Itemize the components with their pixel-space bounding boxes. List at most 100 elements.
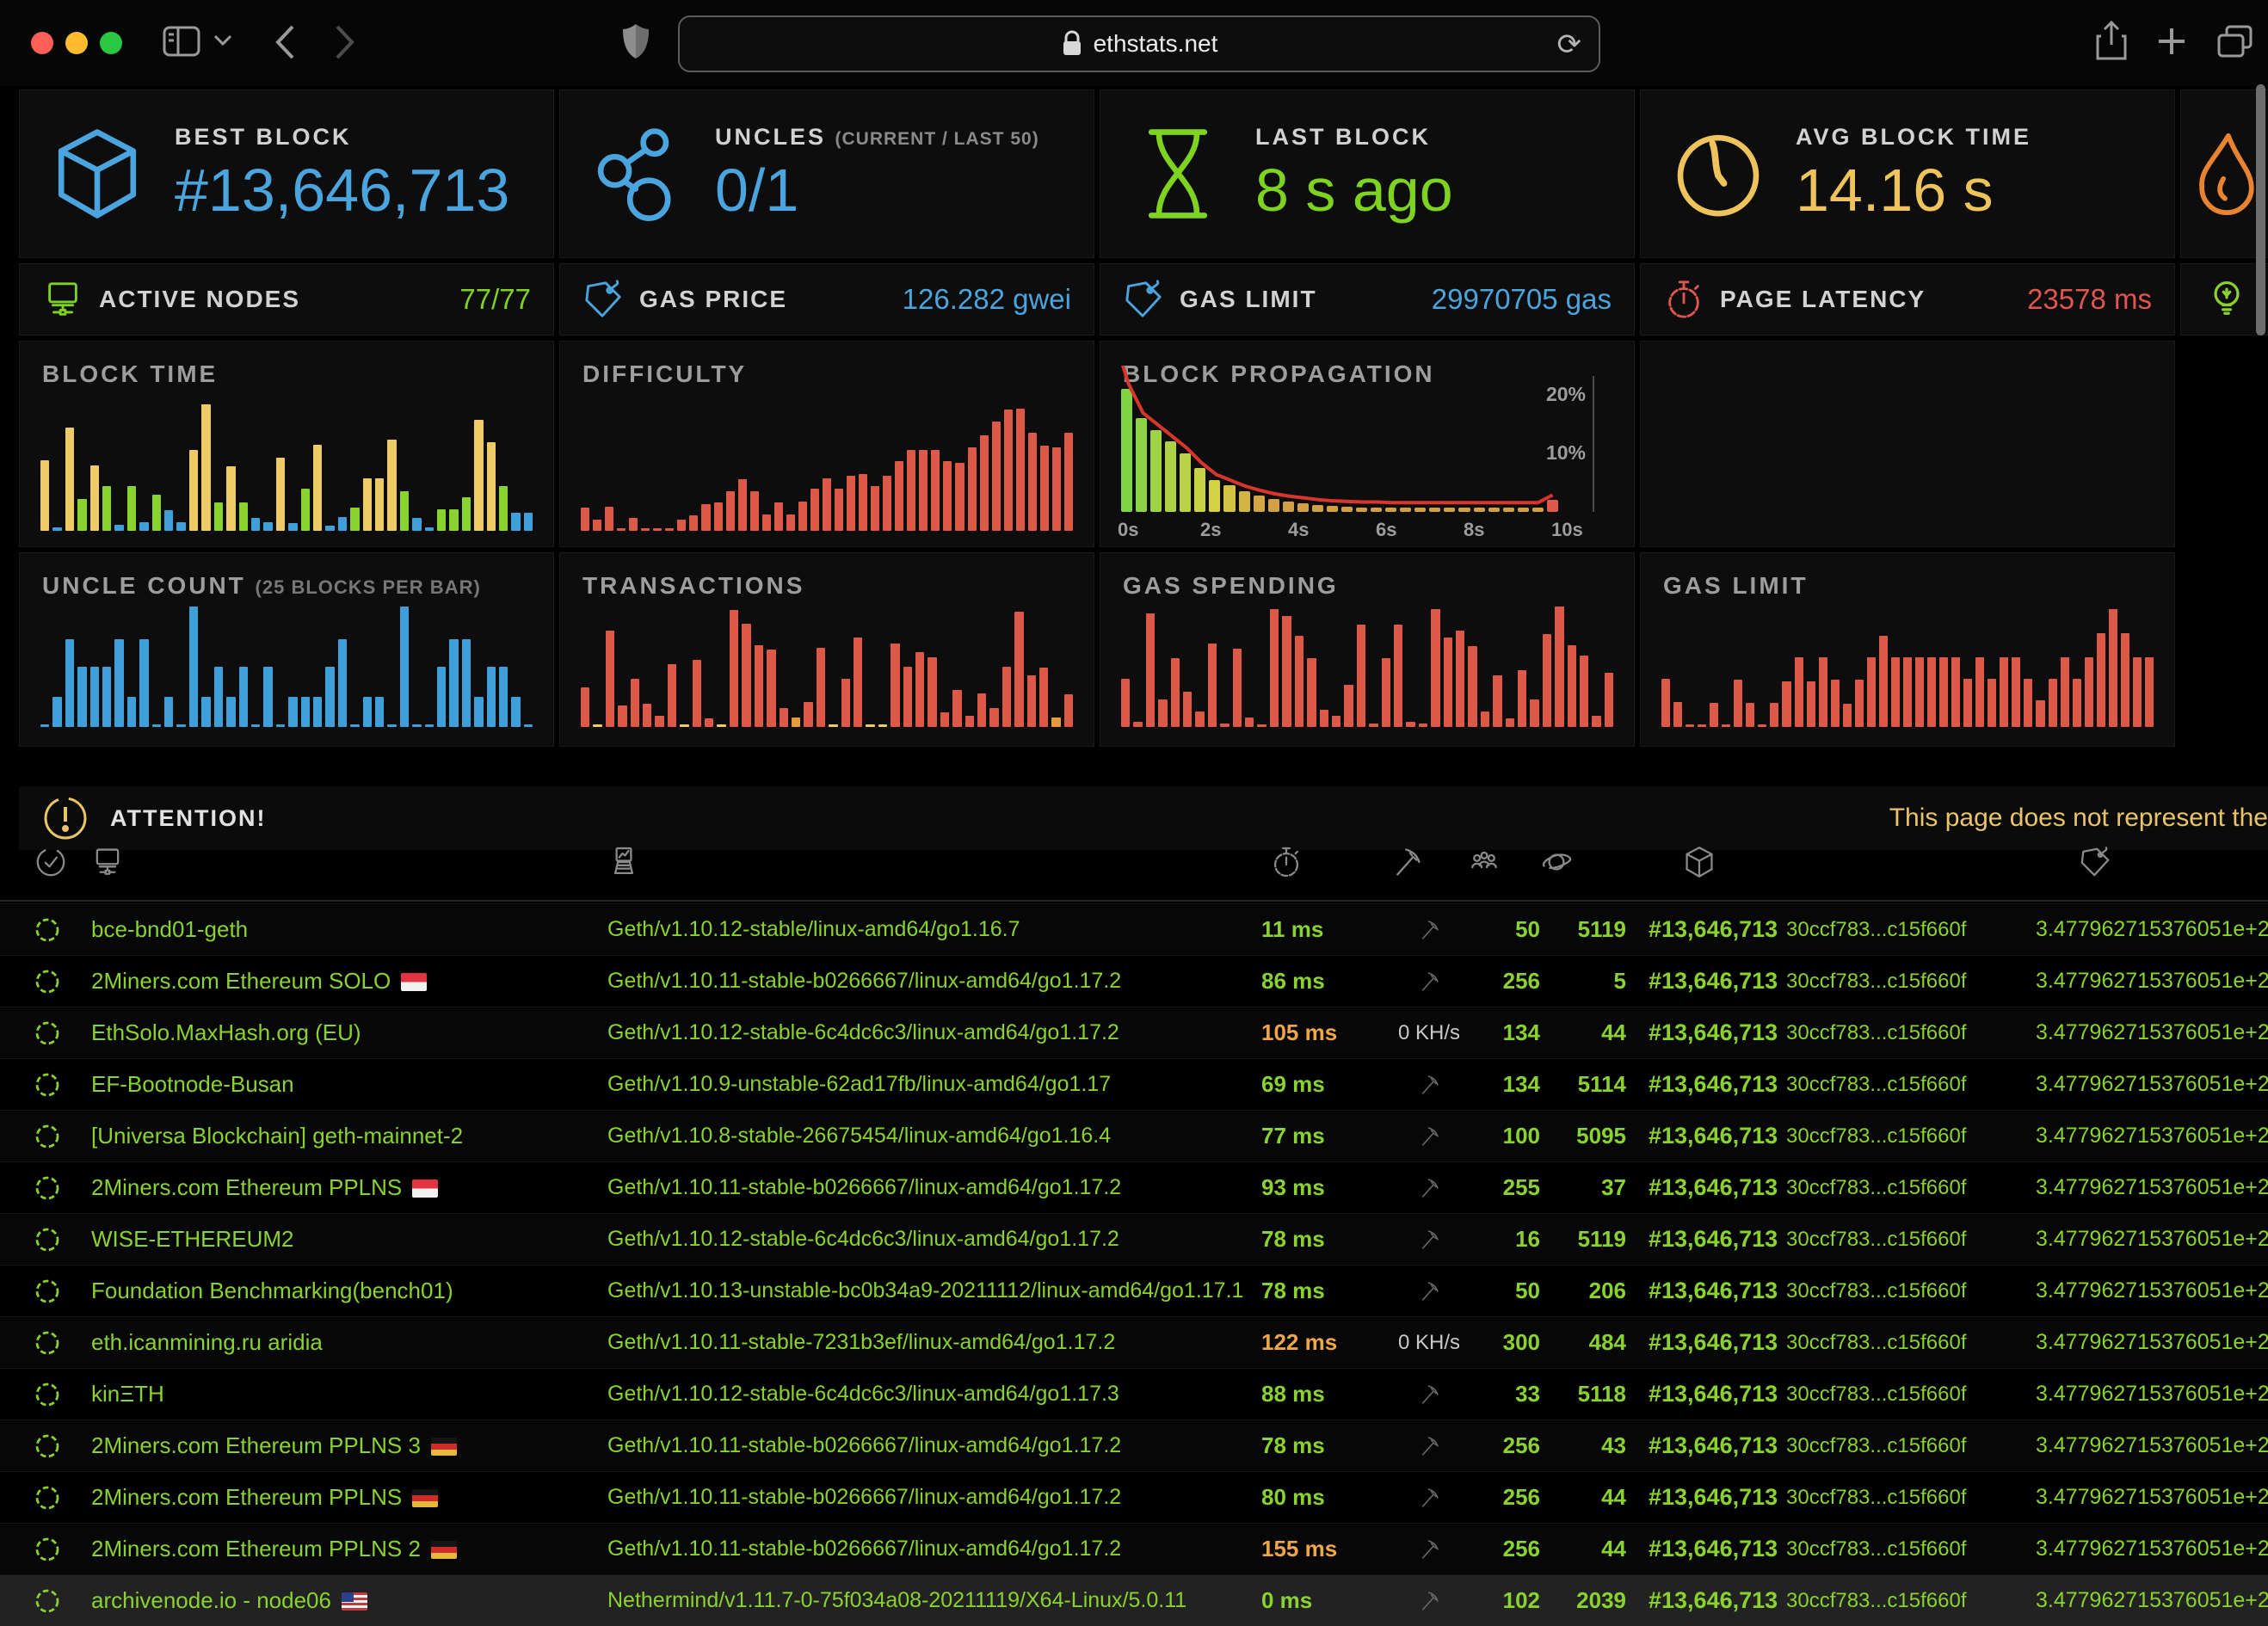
node-peers: 300	[1468, 1329, 1540, 1356]
bar	[1819, 657, 1827, 727]
node-name[interactable]: 2Miners.com Ethereum PPLNS	[91, 1174, 607, 1201]
shield-icon	[621, 22, 650, 60]
node-name[interactable]: Foundation Benchmarking(bench01)	[91, 1278, 607, 1304]
node-block-hash[interactable]: 30ccf783...c15f660f	[1786, 1486, 2036, 1510]
pickaxe-icon	[1418, 1125, 1440, 1148]
column-header-people-icon[interactable]	[1468, 846, 1540, 878]
bar	[931, 450, 940, 532]
bar	[977, 693, 986, 727]
node-row[interactable]: 2Miners.com Ethereum PPLNS 3 Geth/v1.10.…	[0, 1420, 2268, 1471]
back-button-icon[interactable]	[274, 24, 296, 60]
bar	[239, 667, 248, 727]
node-name[interactable]: WISE-ETHEREUM2	[91, 1226, 607, 1253]
node-name[interactable]: 2Miners.com Ethereum PPLNS 3	[91, 1432, 607, 1459]
node-block-hash[interactable]: 30ccf783...c15f660f	[1786, 1331, 2036, 1355]
x-tick: 0s	[1118, 519, 1138, 541]
bar	[653, 528, 662, 531]
node-row[interactable]: EthSolo.MaxHash.org (EU) Geth/v1.10.12-s…	[0, 1007, 2268, 1058]
node-block-hash[interactable]: 30ccf783...c15f660f	[1786, 1073, 2036, 1097]
bar	[511, 697, 520, 727]
bar	[1369, 724, 1377, 727]
bar	[847, 476, 855, 532]
bar	[102, 667, 111, 727]
bar	[798, 502, 807, 532]
node-total-difficulty: 3.477962715376051e+2	[2036, 1537, 2268, 1561]
node-row[interactable]: [Universa Blockchain] geth-mainnet-2 Get…	[0, 1110, 2268, 1161]
node-name[interactable]: 2Miners.com Ethereum PPLNS 2	[91, 1536, 607, 1562]
node-name[interactable]: bce-bnd01-geth	[91, 916, 607, 943]
node-block-hash[interactable]: 30ccf783...c15f660f	[1786, 970, 2036, 994]
column-header-tag-icon[interactable]	[2079, 846, 2268, 878]
forward-button-icon[interactable]	[334, 24, 356, 60]
node-block-hash[interactable]: 30ccf783...c15f660f	[1786, 1434, 2036, 1458]
bar	[139, 522, 148, 532]
column-header-check-circle-icon[interactable]	[34, 846, 91, 878]
bar	[1136, 418, 1147, 512]
node-name[interactable]: archivenode.io - node06	[91, 1587, 607, 1614]
node-block-hash[interactable]: 30ccf783...c15f660f	[1786, 1383, 2036, 1407]
column-header-pickaxe-icon[interactable]	[1390, 846, 1468, 878]
node-name[interactable]: eth.icanmining.ru aridia	[91, 1329, 607, 1356]
node-client: Geth/v1.10.11-stable-b0266667/linux-amd6…	[607, 1175, 1261, 1200]
column-header-cube-icon[interactable]	[1683, 846, 1786, 878]
node-pending: 5114	[1540, 1071, 1626, 1098]
node-row[interactable]: 2Miners.com Ethereum PPLNS 2 Geth/v1.10.…	[0, 1523, 2268, 1574]
window-minimize-button[interactable]	[65, 32, 88, 54]
mini-stat-label: GAS LIMIT	[1180, 286, 1317, 313]
node-block-hash[interactable]: 30ccf783...c15f660f	[1786, 1176, 2036, 1200]
node-name[interactable]: 2Miners.com Ethereum PPLNS	[91, 1484, 607, 1511]
sidebar-toggle-icon[interactable]	[162, 24, 201, 59]
bar	[2024, 679, 2032, 727]
node-row[interactable]: Foundation Benchmarking(bench01) Geth/v1…	[0, 1265, 2268, 1316]
column-header-stopwatch-icon[interactable]	[1270, 846, 1303, 878]
node-row[interactable]: 2Miners.com Ethereum PPLNS Geth/v1.10.11…	[0, 1161, 2268, 1213]
node-block-hash[interactable]: 30ccf783...c15f660f	[1786, 1124, 2036, 1149]
bar	[581, 508, 589, 531]
column-header-retro-computer-icon[interactable]	[607, 846, 1261, 878]
node-block-hash[interactable]: 30ccf783...c15f660f	[1786, 1021, 2036, 1045]
tab-overview-icon[interactable]	[2216, 24, 2254, 59]
node-client: Geth/v1.10.11-stable-b0266667/linux-amd6…	[607, 1485, 1261, 1510]
sidebar-chevron-icon[interactable]	[213, 34, 232, 46]
node-block-hash[interactable]: 30ccf783...c15f660f	[1786, 918, 2036, 942]
node-block-hash[interactable]: 30ccf783...c15f660f	[1786, 1228, 2036, 1252]
y-tick: 10%	[1546, 441, 1586, 465]
node-row[interactable]: bce-bnd01-geth Geth/v1.10.12-stable/linu…	[0, 903, 2268, 955]
reload-icon[interactable]: ⟳	[1557, 28, 1582, 62]
hashrate-value: 0 KH/s	[1390, 1021, 1468, 1045]
share-icon[interactable]	[2094, 21, 2129, 62]
node-name[interactable]: [Universa Blockchain] geth-mainnet-2	[91, 1123, 607, 1149]
bar	[618, 705, 626, 727]
node-block-hash[interactable]: 30ccf783...c15f660f	[1786, 1279, 2036, 1303]
chart-uncle-count: UNCLE COUNT (25 BLOCKS PER BAR)	[19, 552, 554, 747]
bar	[1146, 613, 1155, 727]
vertical-scrollbar-thumb[interactable]	[2256, 84, 2265, 336]
node-row[interactable]: eth.icanmining.ru aridia Geth/v1.10.11-s…	[0, 1316, 2268, 1368]
bar	[767, 650, 775, 727]
node-name[interactable]: kinΞTH	[91, 1381, 607, 1407]
node-name[interactable]: EthSolo.MaxHash.org (EU)	[91, 1019, 607, 1046]
node-block-hash[interactable]: 30ccf783...c15f660f	[1786, 1589, 2036, 1613]
bar	[1843, 704, 1852, 727]
bar	[641, 528, 650, 531]
bar	[1121, 389, 1132, 512]
node-row[interactable]: EF-Bootnode-Busan Geth/v1.10.9-unstable-…	[0, 1058, 2268, 1110]
node-peers: 102	[1468, 1587, 1540, 1614]
node-name[interactable]: 2Miners.com Ethereum SOLO	[91, 968, 607, 995]
node-block-hash[interactable]: 30ccf783...c15f660f	[1786, 1537, 2036, 1561]
chart-gas-spending: GAS SPENDING	[1100, 552, 1635, 747]
node-name[interactable]: EF-Bootnode-Busan	[91, 1071, 607, 1098]
node-row[interactable]: WISE-ETHEREUM2 Geth/v1.10.12-stable-6c4d…	[0, 1213, 2268, 1265]
window-zoom-button[interactable]	[100, 32, 122, 54]
node-row[interactable]: 2Miners.com Ethereum PPLNS Geth/v1.10.11…	[0, 1471, 2268, 1523]
node-row[interactable]: archivenode.io - node06 Nethermind/v1.11…	[0, 1574, 2268, 1626]
address-bar[interactable]: ethstats.net ⟳	[678, 15, 1600, 72]
new-tab-icon[interactable]	[2156, 26, 2187, 57]
column-header-saturn-icon[interactable]	[1540, 846, 1626, 878]
node-row[interactable]: kinΞTH Geth/v1.10.12-stable-6c4dc6c3/lin…	[0, 1368, 2268, 1420]
node-client: Geth/v1.10.8-stable-26675454/linux-amd64…	[607, 1124, 1261, 1149]
window-close-button[interactable]	[31, 32, 53, 54]
node-row[interactable]: 2Miners.com Ethereum SOLO Geth/v1.10.11-…	[0, 955, 2268, 1007]
node-client: Geth/v1.10.13-unstable-bc0b34a9-20211112…	[607, 1278, 1261, 1303]
column-header-monitor-icon[interactable]	[91, 846, 607, 878]
